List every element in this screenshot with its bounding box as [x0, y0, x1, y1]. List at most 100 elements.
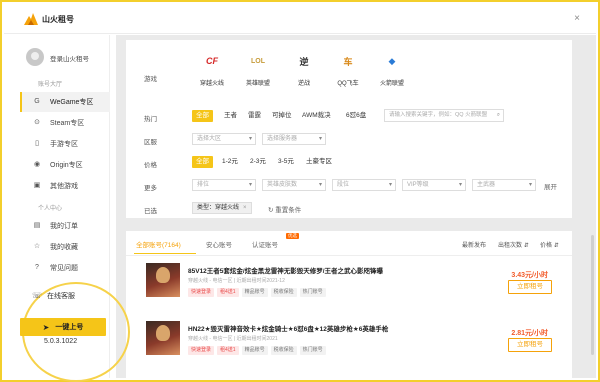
sidebar-item-wegame[interactable]: G WeGame专区	[20, 92, 110, 112]
sort-price[interactable]: 价格 ⇵	[540, 240, 559, 249]
hot-tag[interactable]: 6怼6盘	[342, 110, 370, 122]
list-item[interactable]: HN22★毁灭雷神音效卡★炫金骑士★6怼6盘★12英雄步枪★6英雄手枪 穿越火线…	[134, 321, 566, 367]
origin-icon: ◉	[33, 161, 41, 168]
tab-all[interactable]: 全部账号(7164)	[136, 239, 181, 249]
sort-latest[interactable]: 最新发布	[462, 240, 486, 249]
item-tag: 精品账号	[241, 346, 268, 355]
select-value: 排位	[197, 182, 210, 188]
question-icon: ?	[35, 264, 39, 271]
item-tag: 税收保险	[270, 288, 297, 297]
sidebar-item-other-games[interactable]: ▣ 其他游戏	[20, 176, 110, 196]
reset-label: 重置条件	[275, 207, 302, 214]
filter-label-selected: 已选	[144, 208, 157, 215]
flame-logo-icon	[24, 13, 38, 25]
filter-label-region: 区服	[144, 139, 157, 146]
order-icon: ▤	[33, 222, 41, 229]
sidebar-item-label: 常见问题	[50, 265, 78, 272]
sidebar-item-origin[interactable]: ◉ Origin专区	[20, 155, 110, 175]
game-name: 英雄联盟	[245, 81, 270, 87]
app-window: 山火租号 × 登录山火租号 账号大厅 G WeGame专区 ⊙ Steam专区 …	[0, 0, 600, 382]
price-tag[interactable]: 3-5元	[274, 156, 298, 168]
chevron-down-icon: ▾	[248, 136, 252, 142]
sidebar-item-label: Origin专区	[50, 162, 83, 169]
select-value: 段位	[337, 182, 350, 188]
tab-safe[interactable]: 安心账号	[206, 239, 232, 249]
tier-select[interactable]: 段位 ▾	[332, 179, 396, 191]
qqspeed-logo-icon: 车	[343, 56, 353, 67]
item-title[interactable]: HN22★毁灭雷神音效卡★炫金骑士★6怼6盘★12英雄步枪★6英雄手枪	[188, 323, 388, 333]
game-name: 火箭联盟	[379, 81, 404, 87]
price-tag-all[interactable]: 全部	[192, 156, 213, 168]
weapon-select[interactable]: 主武器 ▾	[472, 179, 536, 191]
paper-plane-icon: ➤	[42, 322, 50, 332]
item-tag: 精品账号	[241, 288, 268, 297]
section-label-account: 账号大厅	[38, 82, 63, 88]
app-title: 山火租号	[42, 15, 74, 24]
filter-label-hot: 热门	[144, 116, 157, 123]
select-value: 选择大区	[197, 136, 222, 142]
scrollbar[interactable]	[591, 235, 594, 355]
close-icon[interactable]: ×	[243, 205, 247, 211]
chevron-down-icon: ▾	[248, 182, 252, 188]
price-tag[interactable]: 1-2元	[218, 156, 242, 168]
tab-verified[interactable]: 认证账号	[252, 239, 278, 249]
price-tag[interactable]: 2-3元	[246, 156, 270, 168]
selected-chip[interactable]: 类型：穿越火线 ×	[192, 202, 252, 214]
item-tag: 快速登录	[188, 288, 215, 297]
cf-logo-icon: CF	[206, 56, 218, 66]
chevron-down-icon: ▾	[458, 182, 462, 188]
vip-select[interactable]: VIP等级 ▾	[402, 179, 466, 191]
online-service-link[interactable]: ☏ 在线客服	[32, 291, 75, 301]
game-qqspeed[interactable]: 车 QQ飞车	[326, 48, 370, 88]
game-nz[interactable]: 逆 逆战	[282, 48, 326, 88]
phone-icon: ▯	[35, 140, 39, 147]
price-tag[interactable]: 土豪专区	[302, 156, 336, 168]
wegame-icon: G	[34, 98, 40, 105]
chevron-down-icon: ▾	[318, 182, 322, 188]
expand-toggle[interactable]: 展开	[544, 181, 557, 191]
reset-button[interactable]: ↻ 重置条件	[268, 204, 301, 214]
account-list-panel: 全部账号(7164) 安心账号 认证账号 优选 最新发布 出租次数 ⇵ 价格 ⇵…	[126, 231, 572, 378]
hot-tag[interactable]: AWM裁决	[298, 110, 335, 122]
sidebar-item-faq[interactable]: ? 常见问题	[20, 258, 110, 278]
featured-badge: 优选	[286, 233, 299, 239]
one-key-login-button[interactable]: ➤ 一键上号	[20, 318, 106, 336]
hot-tag-all[interactable]: 全部	[192, 110, 213, 122]
avatar[interactable]	[26, 48, 44, 66]
hot-tag[interactable]: 王者	[220, 110, 241, 122]
close-icon[interactable]: ×	[570, 12, 584, 26]
item-tags: 快速登录 租4送1 精品账号 税收保险 热门账号	[188, 288, 326, 297]
login-link[interactable]: 登录山火租号	[50, 53, 89, 63]
region-select[interactable]: 选择大区 ▾	[192, 133, 256, 145]
game-icon: ▣	[33, 182, 41, 189]
lol-logo-icon: LOL	[251, 57, 265, 65]
sidebar-item-mobile[interactable]: ▯ 手游专区	[20, 134, 110, 154]
skin-count-select[interactable]: 英雄皮肤数 ▾	[262, 179, 326, 191]
sidebar-item-steam[interactable]: ⊙ Steam专区	[20, 113, 110, 133]
chevron-down-icon: ▾	[528, 182, 532, 188]
hot-tag[interactable]: 可掉位	[268, 110, 296, 122]
list-item[interactable]: 85V12王者5套炫金/炫金黑龙雷神无影毁天修罗/王者之武心影咫锋曝 穿越火线 …	[134, 263, 566, 309]
search-icon[interactable]: ⌕	[497, 110, 500, 121]
search-input[interactable]: 请输入搜索关键字，例如：QQ 火箭联盟 ⌕	[384, 109, 504, 122]
server-select[interactable]: 选择服务器 ▾	[262, 133, 326, 145]
rent-now-button[interactable]: 立即租号	[508, 280, 552, 294]
star-icon: ☆	[33, 243, 41, 250]
title-bar: 山火租号 ×	[4, 4, 596, 34]
hot-tag[interactable]: 雷霆	[244, 110, 265, 122]
sidebar-item-orders[interactable]: ▤ 我的订单	[20, 216, 110, 236]
sidebar-item-label: WeGame专区	[50, 99, 94, 106]
game-rocket-league[interactable]: ◆ 火箭联盟	[370, 48, 414, 88]
filter-label-game: 游戏	[144, 76, 157, 83]
sidebar-item-favorites[interactable]: ☆ 我的收藏	[20, 237, 110, 257]
rent-now-button[interactable]: 立即租号	[508, 338, 552, 352]
item-meta: 穿越火线 - 电信一区 | 近期出租时间2021-12	[188, 278, 285, 284]
rank-select[interactable]: 排位 ▾	[192, 179, 256, 191]
nz-logo-icon: 逆	[299, 56, 309, 67]
game-lol[interactable]: LOL 英雄联盟	[236, 48, 280, 88]
game-cf[interactable]: CF 穿越火线	[190, 48, 234, 87]
sort-rent-count[interactable]: 出租次数 ⇵	[498, 240, 529, 249]
account-thumbnail	[146, 321, 180, 355]
active-tab-indicator	[134, 253, 196, 254]
item-title[interactable]: 85V12王者5套炫金/炫金黑龙雷神无影毁天修罗/王者之武心影咫锋曝	[188, 265, 383, 275]
